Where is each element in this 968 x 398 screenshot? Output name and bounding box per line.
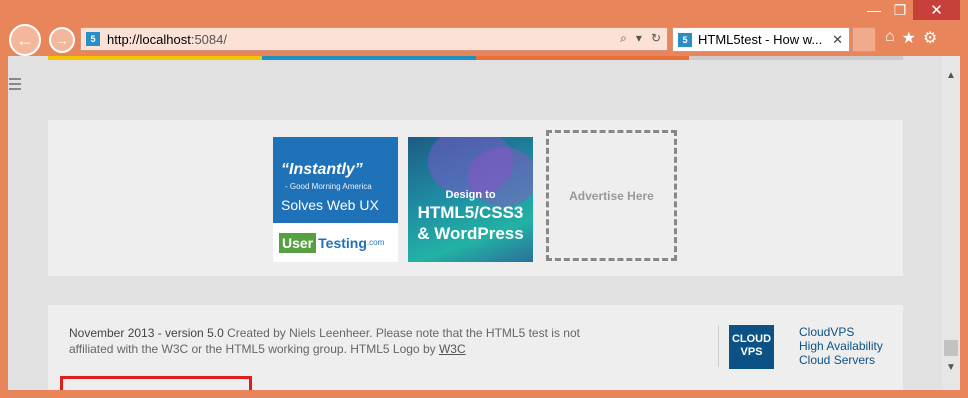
logo-line2: VPS	[740, 346, 763, 358]
ad-book-line3: & WordPress	[417, 224, 524, 243]
command-bar: ⌂ ★ ⚙	[885, 28, 937, 48]
advertisement-panel: “Instantly” - Good Morning America Solve…	[48, 120, 903, 276]
tab-close-icon[interactable]: ✕	[832, 32, 843, 48]
sponsor-name: CloudVPS	[799, 325, 855, 339]
forward-arrow-icon: →	[55, 32, 69, 48]
back-button[interactable]: ←	[9, 24, 41, 56]
scroll-thumb[interactable]	[944, 340, 958, 356]
logo-testing-text: Testing	[318, 234, 367, 251]
logo-com-text: .com	[366, 238, 385, 247]
tab-html5-icon: 5	[678, 32, 692, 47]
ad-design-book[interactable]: Design to HTML5/CSS3 & WordPress	[408, 137, 533, 262]
tab-title: HTML5test - How w...	[698, 32, 823, 47]
color-stripe-gray	[689, 56, 903, 60]
color-stripe-yellow	[48, 56, 262, 60]
url-host: http://localhost	[107, 31, 191, 47]
color-stripe-blue	[262, 56, 476, 60]
page-viewport: “Instantly” - Good Morning America Solve…	[8, 56, 942, 390]
sponsor-text[interactable]: CloudVPS High Availability Cloud Servers	[799, 325, 883, 367]
version-highlight-box	[60, 376, 252, 390]
footer-credits: November 2013 - version 5.0 Created by N…	[69, 325, 589, 357]
footer-divider	[718, 325, 719, 367]
menu-hamburger-icon[interactable]	[9, 78, 21, 93]
browser-tab[interactable]: 5 HTML5test - How w... ✕	[672, 27, 850, 52]
close-window-button[interactable]: ✕	[913, 0, 960, 20]
scroll-up-arrow-icon[interactable]: ▲	[942, 68, 960, 84]
logo-line1: CLOUD	[731, 333, 772, 345]
sponsor-line3: Cloud Servers	[799, 353, 876, 367]
cloudvps-logo[interactable]: CLOUD VPS	[729, 325, 774, 369]
address-tools: ⌕ ▾ ↻	[620, 31, 661, 46]
ad-tagline: Solves Web UX	[281, 197, 379, 213]
advertise-here-placeholder[interactable]: Advertise Here	[546, 130, 677, 261]
w3c-link[interactable]: W3C	[439, 342, 466, 356]
settings-gear-icon[interactable]: ⚙	[923, 28, 937, 48]
favorites-star-icon[interactable]: ★	[902, 28, 916, 48]
address-bar[interactable]: 5 http://localhost :5084/ ⌕ ▾ ↻	[80, 27, 668, 51]
restore-button[interactable]: ❐	[887, 0, 913, 20]
ad-book-line2: HTML5/CSS3	[417, 203, 524, 222]
home-icon[interactable]: ⌂	[885, 28, 895, 48]
scroll-down-arrow-icon[interactable]: ▼	[942, 360, 960, 376]
new-tab-button[interactable]	[852, 27, 876, 52]
usertesting-logo: User Testing .com	[273, 223, 398, 262]
back-arrow-icon: ←	[16, 29, 34, 50]
search-icon[interactable]: ⌕	[620, 31, 627, 46]
version-text: November 2013 - version 5.0	[69, 326, 224, 340]
ad-usertesting[interactable]: “Instantly” - Good Morning America Solve…	[273, 137, 398, 262]
forward-button[interactable]: →	[49, 27, 75, 53]
url-port-path: :5084/	[190, 31, 227, 47]
dropdown-icon[interactable]: ▾	[636, 31, 642, 46]
minimize-button[interactable]: —	[861, 0, 887, 20]
logo-user-text: User	[279, 232, 317, 253]
vertical-scrollbar[interactable]: ▲ ▼	[942, 56, 960, 390]
sponsor-line2: High Availability	[799, 339, 883, 353]
ad-attribution: - Good Morning America	[285, 182, 372, 191]
color-stripe-orange	[476, 56, 689, 60]
ad-book-line1: Design to	[445, 189, 496, 201]
html5-site-icon: 5	[86, 32, 100, 46]
refresh-icon[interactable]: ↻	[651, 31, 661, 46]
window-controls: — ❐ ✕	[861, 0, 960, 20]
ad-quote: “Instantly”	[281, 161, 363, 178]
